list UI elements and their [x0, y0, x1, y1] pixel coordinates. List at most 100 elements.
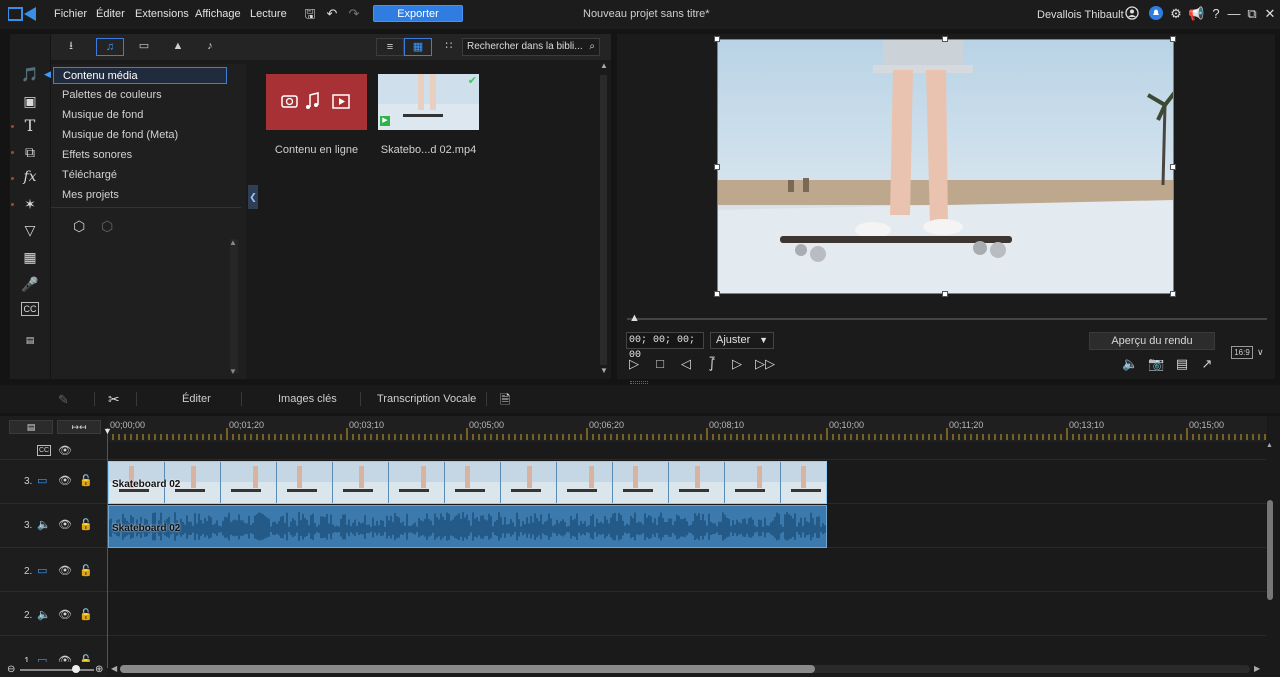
menu-playback[interactable]: Lecture	[250, 8, 287, 20]
scroll-up-icon[interactable]: ▲	[600, 61, 608, 70]
category-my-projects[interactable]: Mes projets	[53, 187, 227, 204]
eye-icon[interactable]: 👁	[58, 654, 72, 662]
transition-room-icon[interactable]: ⧉	[19, 142, 41, 162]
subtitle-preview-icon[interactable]: ▤	[1174, 356, 1190, 372]
audio-clip[interactable]: Skateboard 02	[108, 505, 827, 548]
chevron-down-icon[interactable]: ∨	[1257, 347, 1264, 358]
fit-timeline-icon[interactable]: ↦↤	[57, 420, 101, 434]
zoom-slider[interactable]	[20, 669, 94, 671]
pen-icon[interactable]: ✎	[58, 392, 69, 408]
eye-icon[interactable]: 👁	[58, 444, 72, 457]
add-tag-icon[interactable]: ⬡	[73, 218, 85, 235]
list-view-icon[interactable]: ≡	[376, 38, 404, 56]
menu-edit[interactable]: Éditer	[96, 8, 125, 20]
scroll-left-icon[interactable]: ◀	[111, 664, 117, 673]
resize-handle-top[interactable]	[942, 36, 948, 42]
snapshot-icon[interactable]: 📷	[1148, 356, 1164, 372]
media-room-icon[interactable]: 🎵	[19, 64, 41, 84]
menu-extensions[interactable]: Extensions	[135, 8, 189, 20]
search-input[interactable]: Rechercher dans la bibli... ⌕	[462, 38, 600, 56]
resize-handle-left[interactable]	[714, 164, 720, 170]
fx-room-icon[interactable]: fx	[19, 167, 41, 187]
stop-icon[interactable]: □	[652, 356, 668, 372]
zoom-out-icon[interactable]: ⊖	[7, 664, 15, 675]
timecode-display[interactable]: 00; 00; 00; 00	[626, 332, 704, 361]
undo-icon[interactable]: ↶	[324, 6, 340, 22]
video-room-icon[interactable]: ▣	[19, 91, 41, 111]
cc-room-icon[interactable]: CC	[21, 302, 39, 316]
timeline-ruler[interactable]: 00;00;00 00;01;20 00;03;10 00;05;00 00;0…	[107, 416, 1267, 442]
fit-dropdown[interactable]: Ajuster ▼	[710, 332, 774, 349]
preview-seek-bar[interactable]	[627, 318, 1267, 320]
scroll-right-icon[interactable]: ▶	[1254, 664, 1260, 673]
volume-icon[interactable]: 🔈	[1122, 356, 1138, 372]
gear-icon[interactable]: ⚙	[1168, 6, 1184, 22]
external-view-icon[interactable]: ↗	[1199, 356, 1215, 372]
resize-handle-top-left[interactable]	[714, 36, 720, 42]
timeline-horizontal-scrollbar[interactable]	[120, 665, 1250, 673]
panel-splitter[interactable]	[630, 381, 648, 384]
category-downloaded[interactable]: Téléchargé	[53, 167, 227, 184]
menu-file[interactable]: Fichier	[54, 8, 87, 20]
particle-room-icon[interactable]: ✶	[19, 194, 41, 214]
resize-handle-right[interactable]	[1170, 164, 1176, 170]
redo-icon[interactable]: ↷	[346, 6, 362, 22]
minimize-icon[interactable]: —	[1226, 6, 1242, 22]
eye-icon[interactable]: 👁	[58, 564, 72, 577]
resize-handle-top-right[interactable]	[1170, 36, 1176, 42]
category-color-palettes[interactable]: Palettes de couleurs	[53, 87, 227, 104]
eye-icon[interactable]: 👁	[58, 474, 72, 487]
track-manager-icon[interactable]: ▤	[9, 420, 53, 434]
scroll-up-icon[interactable]: ▲	[1266, 442, 1273, 449]
help-icon[interactable]: ?	[1208, 6, 1224, 22]
pip-room-icon[interactable]: ▽	[19, 220, 41, 240]
preview-video-frame[interactable]	[717, 39, 1174, 294]
video-clip[interactable]: Skateboard 02	[108, 461, 827, 504]
scroll-down-icon[interactable]: ▼	[600, 366, 608, 375]
edit-button[interactable]: Éditer	[182, 393, 211, 405]
image-filter-icon[interactable]: ▲	[164, 38, 192, 56]
notes-icon[interactable]: 🗎	[500, 391, 510, 413]
zoom-in-icon[interactable]: ⊕	[95, 664, 103, 675]
previous-frame-icon[interactable]: ◁	[678, 356, 694, 372]
close-icon[interactable]: ✕	[1262, 6, 1278, 22]
fast-forward-icon[interactable]: ▷▷	[755, 356, 775, 372]
import-icon[interactable]: ⭳	[57, 38, 85, 56]
online-content-tile[interactable]	[266, 74, 367, 130]
lock-icon[interactable]: 🔓	[79, 608, 93, 621]
scissors-icon[interactable]: ✂	[108, 391, 120, 408]
subtitle-frame-icon[interactable]: ▦	[19, 247, 41, 267]
resize-handle-bottom-right[interactable]	[1170, 291, 1176, 297]
category-background-music-meta[interactable]: Musique de fond (Meta)	[53, 127, 227, 144]
category-sound-effects[interactable]: Effets sonores	[53, 147, 227, 164]
next-frame-icon[interactable]: ▷	[729, 356, 745, 372]
grid-view-icon[interactable]: ▦	[404, 38, 432, 56]
microphone-icon[interactable]: 🎤	[19, 274, 41, 294]
play-icon[interactable]: ▷	[626, 356, 642, 372]
category-scrollbar[interactable]	[230, 239, 238, 373]
eye-icon[interactable]: 👁	[58, 518, 72, 531]
video-thumbnail-tile[interactable]: ✔ ▶	[378, 74, 479, 130]
split-icon[interactable]: ⨛	[704, 356, 720, 372]
transcription-button[interactable]: Transcription Vocale	[377, 393, 476, 405]
category-background-music[interactable]: Musique de fond	[53, 107, 227, 124]
library-scrollbar[interactable]: ▲ ▼	[599, 61, 609, 379]
render-preview-button[interactable]: Aperçu du rendu	[1089, 332, 1215, 350]
seek-handle-icon[interactable]: ▲	[629, 312, 640, 324]
playhead-handle-icon[interactable]: ▼	[103, 426, 112, 436]
video-filter-icon[interactable]: ▭	[130, 38, 158, 56]
timeline-vertical-scrollbar[interactable]: ▲	[1266, 442, 1274, 662]
zoom-slider-handle[interactable]	[72, 665, 80, 673]
restore-icon[interactable]: ⧉	[1244, 6, 1260, 22]
playhead[interactable]	[107, 432, 108, 668]
scroll-down-icon[interactable]: ▼	[229, 367, 237, 376]
media-filter-icon[interactable]: ♫	[96, 38, 124, 56]
eye-icon[interactable]: 👁	[58, 608, 72, 621]
resize-handle-bottom[interactable]	[942, 291, 948, 297]
scroll-up-icon[interactable]: ▲	[229, 238, 237, 247]
lock-icon[interactable]: 🔓	[79, 564, 93, 577]
resize-handle-bottom-left[interactable]	[714, 291, 720, 297]
remove-tag-icon[interactable]: ⬡	[101, 218, 113, 235]
lock-icon[interactable]: 🔓	[79, 654, 93, 662]
menu-view[interactable]: Affichage	[195, 8, 241, 20]
